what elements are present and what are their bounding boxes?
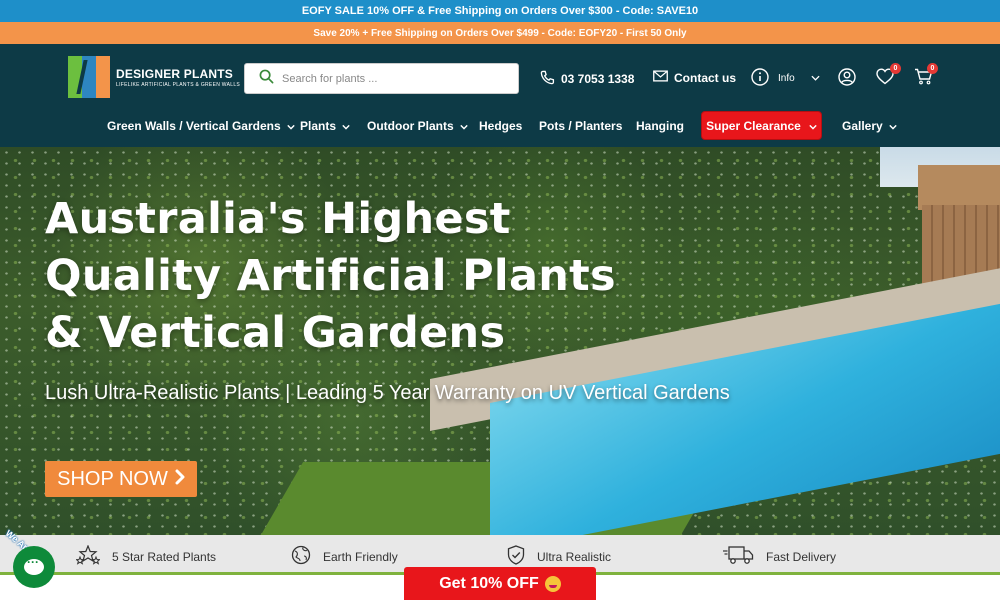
nav-item-hedges[interactable]: Hedges — [479, 119, 522, 133]
wishlist-button[interactable]: 0 — [876, 63, 901, 90]
feature-fast-delivery: Fast Delivery — [722, 545, 836, 568]
feature-ultra-realistic: Ultra Realistic — [507, 545, 611, 568]
search-icon — [259, 69, 274, 89]
logo-text: DESIGNER PLANTS LIFELIKE ARTIFICIAL PLAN… — [116, 67, 240, 88]
nav-label: Plants — [300, 119, 337, 133]
shop-now-button[interactable]: SHOP NOW — [45, 461, 197, 497]
contact-label: Contact us — [674, 70, 737, 85]
logo-name: DESIGNER PLANTS — [116, 66, 234, 81]
nav-label: Hanging — [636, 119, 684, 133]
promo-bar-top-text: EOFY SALE 10% OFF & Free Shipping on Ord… — [301, 5, 699, 17]
shield-check-icon — [507, 545, 525, 568]
chevron-down-icon — [342, 119, 350, 133]
smiley-tongue-icon — [544, 575, 561, 592]
phone-icon — [540, 70, 555, 88]
cart-button[interactable]: 0 — [914, 63, 938, 90]
nav-label: Pots / Planters — [539, 119, 623, 133]
info-label: Info — [778, 73, 795, 84]
feature-label: Fast Delivery — [766, 549, 837, 564]
feature-label: Ultra Realistic — [537, 549, 612, 564]
chevron-down-icon — [888, 119, 897, 133]
chat-bubble-icon — [24, 555, 44, 575]
chevron-right-icon — [175, 468, 185, 491]
feature-label: Earth Friendly — [323, 549, 398, 564]
shop-now-label: SHOP NOW — [57, 467, 168, 490]
nav-item-hanging[interactable]: Hanging — [636, 119, 684, 133]
phone-number: 03 7053 1338 — [561, 72, 635, 86]
feature-earth-friendly: Earth Friendly — [291, 545, 398, 568]
wishlist-count-badge: 0 — [890, 63, 901, 74]
phone-link[interactable]: 03 7053 1338 — [540, 70, 634, 88]
stars-icon — [75, 544, 101, 568]
truck-icon — [722, 545, 754, 568]
hero-roof — [918, 165, 1000, 210]
nav-label: Green Walls / Vertical Gardens — [107, 119, 281, 133]
nav-label: Hedges — [479, 119, 523, 133]
nav-item-green-walls[interactable]: Green Walls / Vertical Gardens — [107, 119, 295, 133]
hero-title: Australia's Highest Quality Artificial P… — [45, 191, 616, 362]
info-icon — [751, 68, 769, 89]
hero-title-line: & Vertical Gardens — [45, 308, 506, 358]
logo-mark-icon — [68, 56, 110, 98]
hero-title-line: Quality Artificial Plants — [45, 251, 616, 301]
feature-5-star: 5 Star Rated Plants — [75, 544, 217, 568]
nav-item-plants[interactable]: Plants — [300, 119, 350, 133]
nav-item-pots-planters[interactable]: Pots / Planters — [539, 119, 622, 133]
mail-icon — [653, 70, 668, 85]
account-button[interactable] — [838, 68, 856, 91]
nav-label: Gallery — [842, 119, 883, 133]
nav-label: Super Clearance — [706, 118, 801, 133]
site-header: DESIGNER PLANTS LIFELIKE ARTIFICIAL PLAN… — [0, 44, 1000, 147]
promo-bar-second-text: Save 20% + Free Shipping on Orders Over … — [313, 27, 687, 39]
get-discount-tab[interactable]: Get 10% OFF — [404, 567, 596, 600]
nav-item-super-clearance[interactable]: Super Clearance — [701, 111, 822, 140]
chevron-down-icon — [286, 119, 295, 133]
chevron-down-icon — [459, 119, 468, 133]
chat-button[interactable] — [13, 546, 55, 588]
hero-title-line: Australia's Highest — [45, 194, 511, 244]
cart-icon — [914, 68, 933, 89]
main-nav: Green Walls / Vertical Gardens Plants Ou… — [0, 110, 1000, 144]
heart-icon — [876, 68, 894, 89]
promo-bar-second[interactable]: Save 20% + Free Shipping on Orders Over … — [0, 22, 1000, 44]
chevron-down-icon — [809, 119, 817, 133]
chevron-down-icon — [811, 73, 820, 84]
cart-count-badge: 0 — [927, 63, 938, 74]
nav-item-gallery[interactable]: Gallery — [842, 119, 897, 133]
search-input[interactable] — [282, 72, 502, 85]
promo-bar-top[interactable]: EOFY SALE 10% OFF & Free Shipping on Ord… — [0, 0, 1000, 22]
logo-tagline: LIFELIKE ARTIFICIAL PLANTS & GREEN WALLS — [116, 81, 241, 88]
globe-icon — [291, 545, 311, 568]
contact-link[interactable]: Contact us — [653, 70, 736, 85]
hero-banner: Australia's Highest Quality Artificial P… — [0, 147, 1000, 535]
logo[interactable]: DESIGNER PLANTS LIFELIKE ARTIFICIAL PLAN… — [68, 56, 240, 98]
search-box[interactable] — [244, 63, 519, 94]
hero-subtitle: Lush Ultra-Realistic Plants | Leading 5 … — [45, 382, 730, 404]
offer-label: Get 10% OFF — [439, 574, 539, 592]
feature-label: 5 Star Rated Plants — [112, 549, 217, 564]
nav-item-outdoor-plants[interactable]: Outdoor Plants — [367, 119, 468, 133]
user-icon — [838, 68, 856, 90]
info-dropdown[interactable]: Info — [751, 68, 820, 89]
nav-label: Outdoor Plants — [367, 119, 454, 133]
